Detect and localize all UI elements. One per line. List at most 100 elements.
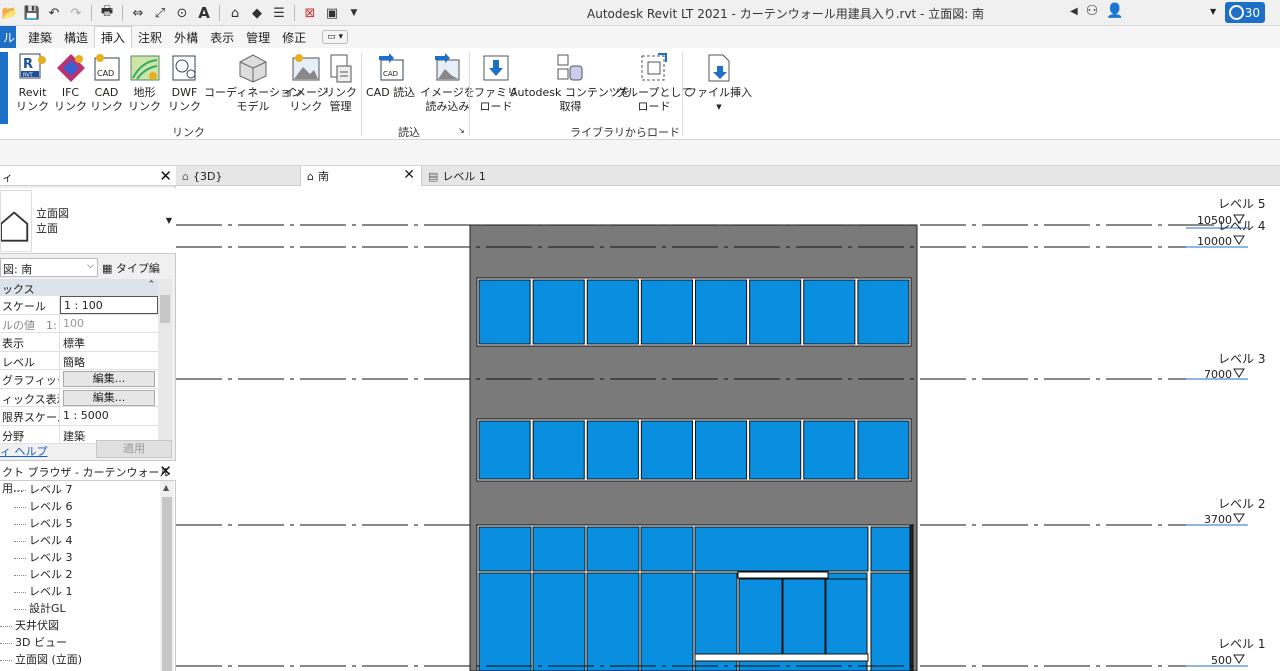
glass-panel[interactable]: [695, 279, 748, 345]
tab-file[interactable]: ル: [0, 26, 16, 48]
text-icon[interactable]: A: [194, 3, 214, 23]
curtain-wall-upper[interactable]: [476, 277, 912, 347]
curtain-wall-ground[interactable]: [476, 524, 914, 671]
glass-panel[interactable]: [586, 572, 640, 671]
tab-annotate[interactable]: 注釈: [132, 26, 168, 48]
apply-button[interactable]: 適用: [96, 440, 172, 458]
browser-tree-item[interactable]: レベル 2: [0, 566, 160, 583]
glass-panel[interactable]: [478, 572, 532, 671]
browser-tree-item[interactable]: レベル 6: [0, 498, 160, 515]
elevation-drawing[interactable]: レベル 510500レベル 410000レベル 37000レベル 23700レベ…: [176, 186, 1280, 671]
glass-panel[interactable]: [749, 279, 802, 345]
redo-icon[interactable]: ↷: [66, 3, 86, 23]
image-link-button[interactable]: イメージ リンク: [284, 52, 328, 114]
mullion[interactable]: [909, 524, 914, 671]
door-threshold[interactable]: [694, 653, 869, 662]
property-row[interactable]: ルの値 1: 100: [0, 314, 158, 333]
measure-icon[interactable]: ⇔: [128, 3, 148, 23]
property-value[interactable]: 1 : 100: [60, 296, 158, 314]
browser-tree-item[interactable]: レベル 3: [0, 549, 160, 566]
property-row[interactable]: レベル 簡略: [0, 351, 158, 370]
tag-icon[interactable]: ⊙: [172, 3, 192, 23]
tab-site[interactable]: 外構: [168, 26, 204, 48]
tab-insert[interactable]: 挿入: [94, 26, 133, 48]
property-value[interactable]: 標準: [60, 333, 158, 351]
cad-import-button[interactable]: CAD CAD 読込: [366, 52, 415, 100]
edit-type-button[interactable]: ▦ タイプ編集: [100, 258, 172, 291]
tab-architecture[interactable]: 建築: [22, 26, 58, 48]
3d-view-icon[interactable]: ⌂: [225, 3, 245, 23]
glass-panel[interactable]: [803, 420, 856, 480]
topography-link-button[interactable]: 地形 リンク: [128, 52, 161, 114]
dwf-link-button[interactable]: DWF リンク: [168, 52, 201, 114]
open-file-icon[interactable]: 📂: [0, 3, 20, 23]
browser-tree-item[interactable]: 設計GL: [0, 600, 160, 617]
door-transom[interactable]: [737, 571, 829, 579]
glass-panel[interactable]: [803, 279, 856, 345]
glass-panel[interactable]: [857, 420, 910, 480]
browser-tree-item[interactable]: レベル 1: [0, 583, 160, 600]
glass-panel[interactable]: [857, 279, 910, 345]
print-icon[interactable]: 🖶: [97, 3, 117, 23]
ifc-link-button[interactable]: IFC リンク: [54, 52, 87, 114]
edit-button[interactable]: 編集...: [63, 371, 155, 387]
door-leaf[interactable]: [782, 578, 826, 662]
dialog-launcher-icon[interactable]: ↘: [458, 126, 465, 135]
category-graphics[interactable]: ックス ⌃: [0, 279, 158, 296]
glass-panel[interactable]: [640, 420, 693, 480]
scroll-up-icon[interactable]: ▲: [163, 483, 169, 492]
level-name[interactable]: レベル 1: [1218, 637, 1265, 651]
view-instance-selector[interactable]: 図: 南 ⌵: [0, 258, 98, 277]
glass-panel[interactable]: [586, 420, 639, 480]
glass-panel[interactable]: [532, 572, 586, 671]
door-leaf[interactable]: [825, 578, 868, 662]
glass-panel[interactable]: [640, 572, 694, 671]
browser-scrollbar[interactable]: ▲: [160, 481, 174, 671]
level-name[interactable]: レベル 3: [1218, 352, 1265, 366]
glass-panel[interactable]: [586, 526, 640, 572]
chevron-down-icon[interactable]: ▼: [1210, 7, 1216, 16]
glass-panel[interactable]: [870, 526, 911, 572]
glass-panel[interactable]: [478, 279, 531, 345]
property-row[interactable]: 限界スケール1 : 5000: [0, 407, 158, 426]
property-value[interactable]: 簡略: [60, 352, 158, 370]
property-row[interactable]: 表示 標準: [0, 333, 158, 352]
glass-panel[interactable]: [478, 420, 531, 480]
glass-panel[interactable]: [532, 279, 585, 345]
level-name[interactable]: レベル 2: [1218, 497, 1265, 511]
type-selector[interactable]: 立面図 立面 ▼: [0, 188, 176, 254]
section-icon[interactable]: ◆: [247, 3, 267, 23]
chevron-down-icon[interactable]: ▼: [166, 216, 172, 225]
cad-link-button[interactable]: CAD CAD リンク: [90, 52, 123, 114]
level-name[interactable]: レベル 5: [1218, 197, 1265, 211]
tab-view[interactable]: 表示: [204, 26, 240, 48]
close-icon[interactable]: ✕: [159, 167, 172, 185]
browser-tree-item[interactable]: 天井伏図: [0, 617, 160, 634]
browser-tree-item[interactable]: レベル 4: [0, 532, 160, 549]
trial-days-badge[interactable]: 30: [1225, 2, 1265, 23]
tab-structure[interactable]: 構造: [58, 26, 94, 48]
autodesk-content-button[interactable]: Autodesk コンテンツを 取得: [510, 52, 631, 114]
close-icon[interactable]: ✕: [159, 462, 172, 480]
browser-tree-item[interactable]: 3D ビュー: [0, 634, 160, 651]
browser-tree-item[interactable]: レベル 7: [0, 481, 160, 498]
properties-scrollbar[interactable]: [158, 279, 172, 441]
glass-panel[interactable]: [694, 526, 869, 572]
glass-panel[interactable]: [640, 526, 694, 572]
level-name[interactable]: レベル 4: [1218, 219, 1265, 233]
undo-icon[interactable]: ↶: [44, 3, 64, 23]
property-value[interactable]: 100: [60, 315, 158, 333]
property-edit-button[interactable]: 編集...: [60, 389, 158, 407]
glass-panel[interactable]: [870, 572, 911, 671]
switch-windows-icon[interactable]: ▣: [322, 3, 342, 23]
binoculars-icon[interactable]: ⚇: [1086, 3, 1099, 19]
tab-manage[interactable]: 管理: [240, 26, 276, 48]
close-hidden-icon[interactable]: ⊠: [300, 3, 320, 23]
properties-help-link[interactable]: ィ ヘルプ: [0, 443, 48, 459]
curtain-wall-middle[interactable]: [476, 418, 912, 482]
thin-lines-icon[interactable]: ☰: [269, 3, 289, 23]
customize-qat-icon[interactable]: ▼: [344, 3, 364, 23]
property-row[interactable]: グラフィック...編集...: [0, 370, 158, 389]
level-elevation[interactable]: 7000: [1204, 368, 1232, 381]
property-value[interactable]: 1 : 5000: [60, 407, 158, 425]
